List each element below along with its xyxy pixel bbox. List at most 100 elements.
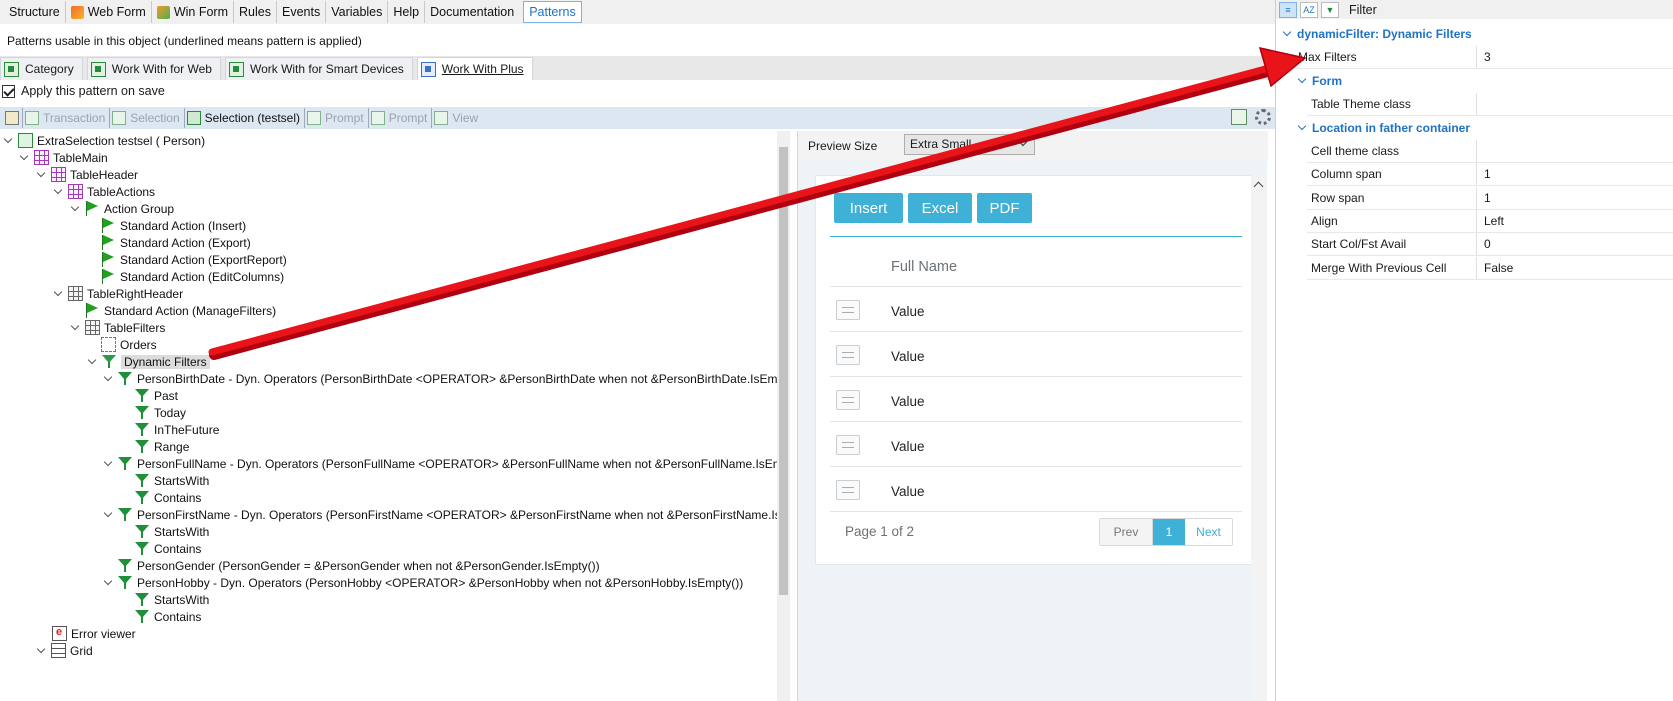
next-page-button[interactable]: Next xyxy=(1185,519,1232,545)
property-value[interactable]: False xyxy=(1477,257,1673,279)
instance-prompt-1[interactable]: Prompt xyxy=(305,108,369,128)
tree-node-op-past[interactable]: Past xyxy=(135,387,178,404)
property-value[interactable]: 1 xyxy=(1477,187,1673,209)
tree-node-op-inthefuture[interactable]: InTheFuture xyxy=(135,421,219,438)
collapse-caret[interactable] xyxy=(54,289,64,299)
tree-node-op-range[interactable]: Range xyxy=(135,438,189,455)
tree-node-action-export[interactable]: Standard Action (Export) xyxy=(101,234,251,251)
tree-node-dynamic-filters[interactable]: Dynamic Filters xyxy=(88,353,210,370)
instance-selection[interactable]: Selection xyxy=(110,108,185,128)
instance-view[interactable]: View xyxy=(432,108,482,128)
tab-win-form[interactable]: Win Form xyxy=(152,1,235,23)
property-row[interactable]: Column span 1 xyxy=(1307,163,1673,186)
add-instance-icon[interactable] xyxy=(1231,109,1247,125)
tree-node-grid[interactable]: Grid xyxy=(37,642,93,659)
collapse-caret[interactable] xyxy=(71,323,81,333)
tree-node-gender-filter[interactable]: PersonGender (PersonGender = &PersonGend… xyxy=(118,557,600,574)
preview-scrollbar[interactable] xyxy=(1251,175,1266,701)
tree-node-action-group[interactable]: Action Group xyxy=(71,200,174,217)
property-table-theme-class[interactable]: Table Theme class xyxy=(1307,93,1673,116)
tree-node-tablemain[interactable]: TableMain xyxy=(20,149,108,166)
tree-node-tablefilters[interactable]: TableFilters xyxy=(71,319,165,336)
tree-node-action-insert[interactable]: Standard Action (Insert) xyxy=(101,217,246,234)
gear-icon[interactable] xyxy=(1255,109,1271,125)
insert-button[interactable]: Insert xyxy=(834,193,903,223)
pattern-tab-category[interactable]: Category xyxy=(0,57,83,80)
property-row[interactable]: Merge With Previous Cell False xyxy=(1307,257,1673,280)
row-menu-icon[interactable] xyxy=(836,435,860,455)
property-value[interactable]: 0 xyxy=(1477,233,1673,255)
pattern-tab-smart-devices[interactable]: Work With for Smart Devices xyxy=(224,57,413,80)
collapse-caret[interactable] xyxy=(37,170,47,180)
tree-node-op-contains[interactable]: Contains xyxy=(135,540,201,557)
tree-node-op-startswith[interactable]: StartsWith xyxy=(135,472,209,489)
collapse-caret[interactable] xyxy=(104,510,114,520)
filter-icon[interactable]: ▼ xyxy=(1321,1,1339,18)
collapse-caret[interactable] xyxy=(37,646,47,656)
section-dynamic-filter[interactable]: dynamicFilter: Dynamic Filters xyxy=(1283,25,1472,43)
collapse-caret[interactable] xyxy=(1283,29,1293,39)
tree-scrollbar[interactable] xyxy=(777,131,790,701)
property-value[interactable] xyxy=(1477,93,1673,115)
collapse-caret[interactable] xyxy=(1298,76,1308,86)
row-menu-icon[interactable] xyxy=(836,345,860,365)
collapse-caret[interactable] xyxy=(20,153,30,163)
collapse-caret[interactable] xyxy=(104,374,114,384)
tree-node-op-startswith[interactable]: StartsWith xyxy=(135,591,209,608)
property-value[interactable]: Left xyxy=(1477,210,1673,232)
pattern-tab-work-with-web[interactable]: Work With for Web xyxy=(86,57,221,80)
property-row[interactable]: Align Left xyxy=(1307,210,1673,233)
tree-node-birthdate-filter[interactable]: PersonBirthDate - Dyn. Operators (Person… xyxy=(104,370,790,387)
tree-node-action-exportreport[interactable]: Standard Action (ExportReport) xyxy=(101,251,287,268)
collapse-caret[interactable] xyxy=(4,136,14,146)
property-max-filters[interactable]: Max Filters 3 xyxy=(1294,46,1673,69)
collapse-caret[interactable] xyxy=(1298,123,1308,133)
prev-page-button[interactable]: Prev xyxy=(1100,519,1153,545)
instance-properties-button[interactable] xyxy=(2,108,23,128)
sort-az-icon[interactable]: AZ xyxy=(1300,1,1318,18)
collapse-caret[interactable] xyxy=(104,459,114,469)
tree-node-root[interactable]: ExtraSelection testsel ( Person) xyxy=(4,132,205,149)
excel-button[interactable]: Excel xyxy=(908,193,972,223)
tab-web-form[interactable]: Web Form xyxy=(66,1,152,23)
tree-node-orders[interactable]: Orders xyxy=(101,336,157,353)
tree-node-firstname-filter[interactable]: PersonFirstName - Dyn. Operators (Person… xyxy=(104,506,790,523)
pattern-tab-work-with-plus[interactable]: Work With Plus xyxy=(416,57,533,80)
row-menu-icon[interactable] xyxy=(836,300,860,320)
apply-pattern-checkbox[interactable] xyxy=(2,84,15,98)
page-1-button[interactable]: 1 xyxy=(1153,519,1185,545)
instance-selection-testsel[interactable]: Selection (testsel) xyxy=(185,108,305,128)
section-form[interactable]: Form xyxy=(1298,72,1342,90)
property-value[interactable] xyxy=(1477,140,1673,162)
tree-node-op-contains[interactable]: Contains xyxy=(135,608,201,625)
pdf-button[interactable]: PDF xyxy=(977,193,1032,223)
tab-events[interactable]: Events xyxy=(277,1,327,23)
instance-transaction[interactable]: Transaction xyxy=(23,108,111,128)
property-row[interactable]: Cell theme class xyxy=(1307,140,1673,163)
tab-variables[interactable]: Variables xyxy=(326,1,389,23)
tab-documentation[interactable]: Documentation xyxy=(425,1,519,23)
tree-scrollbar-thumb[interactable] xyxy=(779,147,788,595)
tree-node-op-startswith[interactable]: StartsWith xyxy=(135,523,209,540)
tab-structure[interactable]: Structure xyxy=(4,1,66,23)
collapse-caret[interactable] xyxy=(71,204,81,214)
categorized-icon[interactable]: ≡ xyxy=(1279,1,1297,18)
collapse-caret[interactable] xyxy=(54,187,64,197)
collapse-caret[interactable] xyxy=(88,357,98,367)
tab-patterns[interactable]: Patterns xyxy=(523,1,582,23)
tree-node-tableactions[interactable]: TableActions xyxy=(54,183,155,200)
section-location[interactable]: Location in father container xyxy=(1298,119,1470,137)
property-row[interactable]: Row span 1 xyxy=(1307,187,1673,210)
tree-node-tablerightheader[interactable]: TableRightHeader xyxy=(54,285,183,302)
tree-node-op-today[interactable]: Today xyxy=(135,404,186,421)
tree-node-op-contains[interactable]: Contains xyxy=(135,489,201,506)
row-menu-icon[interactable] xyxy=(836,480,860,500)
property-row[interactable]: Start Col/Fst Avail 0 xyxy=(1307,233,1673,256)
preview-size-select[interactable]: Extra Small xyxy=(904,134,1035,155)
tab-help[interactable]: Help xyxy=(388,1,426,23)
tree-node-error-viewer[interactable]: Error viewer xyxy=(52,625,136,642)
tree-node-hobby-filter[interactable]: PersonHobby - Dyn. Operators (PersonHobb… xyxy=(104,574,743,591)
collapse-caret[interactable] xyxy=(104,578,114,588)
tree-node-fullname-filter[interactable]: PersonFullName - Dyn. Operators (PersonF… xyxy=(104,455,790,472)
tree-node-action-editcolumns[interactable]: Standard Action (EditColumns) xyxy=(101,268,284,285)
